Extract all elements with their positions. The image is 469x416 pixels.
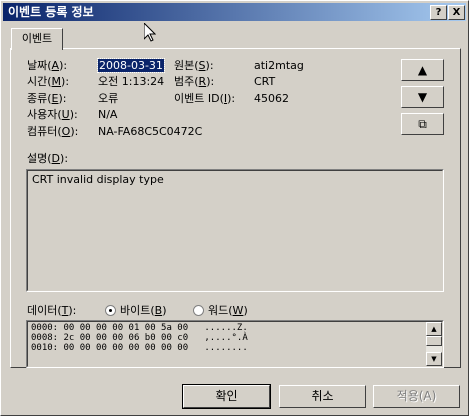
cancel-button[interactable]: 취소 <box>279 385 366 408</box>
source-label: 원본(S): <box>174 59 214 72</box>
title-bar[interactable]: 이벤트 등록 정보 ? X <box>3 3 466 21</box>
event-id-label: 이벤트 ID(I): <box>174 92 236 105</box>
event-properties-dialog: 이벤트 등록 정보 ? X 이벤트 날짜(A): 2008-03-31 시간(M… <box>0 0 469 416</box>
next-event-button[interactable]: ▼ <box>401 86 444 108</box>
time-label: 시간(M): <box>27 75 70 88</box>
window-title: 이벤트 등록 정보 <box>8 5 94 19</box>
type-label: 종류(E): <box>27 92 67 105</box>
date-label: 날짜(A): <box>27 59 68 72</box>
scroll-down-icon[interactable]: ▼ <box>426 352 442 366</box>
computer-value: NA-FA68C5C0472C <box>98 125 203 138</box>
hex-line: 0010: 00 00 00 00 00 00 00 00 ........ <box>31 343 248 353</box>
scroll-thumb[interactable] <box>426 336 442 346</box>
data-scrollbar[interactable]: ▲ ▼ <box>426 322 442 366</box>
radio-unselected-icon <box>193 305 204 316</box>
date-value[interactable]: 2008-03-31 <box>97 58 165 73</box>
source-value: ati2mtag <box>254 59 304 72</box>
user-value: N/A <box>98 108 118 121</box>
category-value: CRT <box>254 75 276 88</box>
help-button[interactable]: ? <box>430 5 447 20</box>
mouse-cursor-icon <box>144 23 156 42</box>
description-text: CRT invalid display type <box>27 170 443 291</box>
ok-button[interactable]: 확인 <box>182 384 271 409</box>
previous-event-button[interactable]: ▲ <box>401 59 444 81</box>
user-label: 사용자(U): <box>27 108 78 121</box>
hex-line: 0000: 00 00 00 00 01 00 5a 00 ......Z. <box>31 323 248 333</box>
time-value: 오전 1:13:24 <box>98 75 165 88</box>
data-box[interactable]: 0000: 00 00 00 00 01 00 5a 00 ......Z. 00… <box>26 320 444 368</box>
scroll-up-icon[interactable]: ▲ <box>426 322 442 336</box>
copy-icon: ⧉ <box>418 117 427 131</box>
arrow-up-icon: ▲ <box>417 63 428 77</box>
description-label: 설명(D): <box>27 152 69 165</box>
apply-button[interactable]: 적용(A) <box>373 385 460 408</box>
words-radio[interactable]: 워드(W) <box>193 304 248 318</box>
hex-line: 0008: 2c 00 00 00 06 b0 00 c0 ,....°.À <box>31 333 248 343</box>
arrow-down-icon: ▼ <box>417 90 428 104</box>
tab-event[interactable]: 이벤트 <box>11 28 63 50</box>
bytes-radio[interactable]: 바이트(B) <box>105 304 167 318</box>
type-value: 오류 <box>98 92 119 105</box>
radio-selected-icon <box>105 305 116 316</box>
computer-label: 컴퓨터(O): <box>27 125 79 138</box>
category-label: 범주(R): <box>174 75 215 88</box>
event-id-value: 45062 <box>254 92 289 105</box>
copy-button[interactable]: ⧉ <box>401 113 444 135</box>
description-box[interactable]: CRT invalid display type <box>26 169 444 292</box>
hex-dump: 0000: 00 00 00 00 01 00 5a 00 ......Z. 00… <box>27 321 443 367</box>
data-label: 데이터(T): <box>27 304 77 317</box>
close-button[interactable]: X <box>448 5 465 20</box>
